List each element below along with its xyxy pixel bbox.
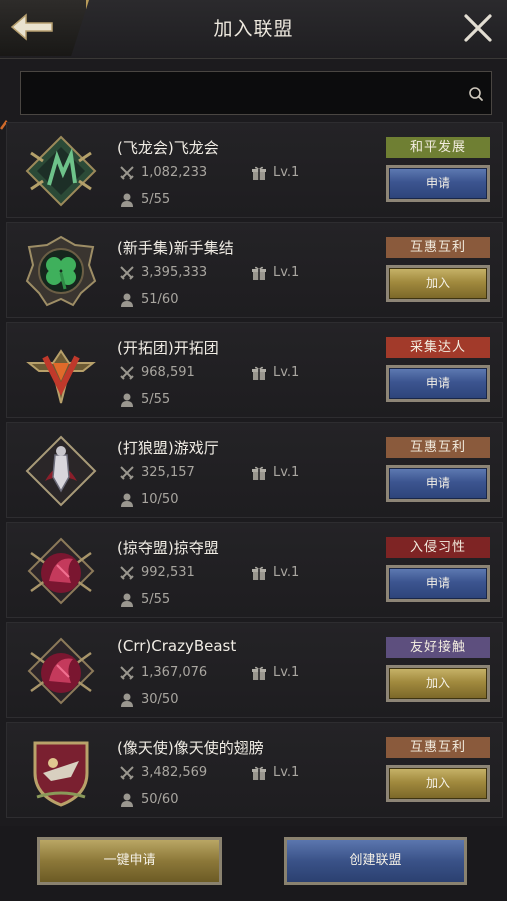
winged-emblem-icon xyxy=(23,333,99,409)
header-bar: 加入联盟 xyxy=(0,0,507,59)
alliance-power: 3,482,569 xyxy=(141,765,208,780)
member-icon xyxy=(119,492,135,508)
alliance-name: (飞龙会)飞龙会 xyxy=(117,139,219,157)
member-icon xyxy=(119,692,135,708)
alliance-power: 3,395,333 xyxy=(141,265,208,280)
member-icon xyxy=(119,592,135,608)
gift-icon xyxy=(251,365,267,381)
dragon-emblem-icon xyxy=(23,133,99,209)
member-icon xyxy=(119,792,135,808)
search-input[interactable] xyxy=(27,78,461,110)
alliance-row[interactable]: (Crr)CrazyBeast 1,367,076 30/50 Lv.1 友好接触加入 xyxy=(6,622,503,718)
clover-emblem-icon xyxy=(23,233,99,309)
alliance-row[interactable]: (打狼盟)游戏厅 325,157 10/50 Lv.1 互惠互利申请 xyxy=(6,422,503,518)
alliance-power: 992,531 xyxy=(141,565,195,580)
alliance-members: 5/55 xyxy=(141,592,171,607)
alliance-members: 30/50 xyxy=(141,692,179,707)
gift-level: Lv.1 xyxy=(273,765,300,780)
alliance-tag: 入侵习性 xyxy=(386,537,490,558)
close-icon[interactable] xyxy=(460,10,496,46)
crossed-swords-icon xyxy=(119,765,135,781)
crossed-swords-icon xyxy=(119,265,135,281)
page-title: 加入联盟 xyxy=(213,18,294,40)
gift-level: Lv.1 xyxy=(273,265,300,280)
alliance-tag: 和平发展 xyxy=(386,137,490,158)
alliance-row[interactable]: (飞龙会)飞龙会 1,082,233 5/55 Lv.1 和平发展申请 xyxy=(6,122,503,218)
footer-bar: 一键申请 创建联盟 xyxy=(0,826,507,901)
gift-level: Lv.1 xyxy=(273,665,300,680)
apply-button[interactable]: 申请 xyxy=(386,165,490,202)
alliance-tag: 互惠互利 xyxy=(386,737,490,758)
apply-button[interactable]: 申请 xyxy=(386,565,490,602)
alliance-members: 5/55 xyxy=(141,192,171,207)
alliance-power: 968,591 xyxy=(141,365,195,380)
alliance-tag: 互惠互利 xyxy=(386,437,490,458)
alliance-row[interactable]: (新手集)新手集结 3,395,333 51/60 Lv.1 互惠互利加入 xyxy=(6,222,503,318)
beast-emblem-icon xyxy=(23,533,99,609)
alliance-power: 1,082,233 xyxy=(141,165,208,180)
alliance-tag: 友好接触 xyxy=(386,637,490,658)
quick-apply-button[interactable]: 一键申请 xyxy=(37,837,222,885)
gift-level: Lv.1 xyxy=(273,165,300,180)
alliance-power: 1,367,076 xyxy=(141,665,208,680)
alliance-name: (打狼盟)游戏厅 xyxy=(117,439,219,457)
gift-icon xyxy=(251,265,267,281)
crossed-swords-icon xyxy=(119,565,135,581)
shield-emblem-icon xyxy=(23,733,99,809)
gift-icon xyxy=(251,565,267,581)
join-button[interactable]: 加入 xyxy=(386,765,490,802)
member-icon xyxy=(119,292,135,308)
gift-icon xyxy=(251,765,267,781)
member-icon xyxy=(119,392,135,408)
alliance-name: (新手集)新手集结 xyxy=(117,239,234,257)
beast-emblem-icon xyxy=(23,633,99,709)
alliance-name: (掠夺盟)掠夺盟 xyxy=(117,539,219,557)
alliance-name: (Crr)CrazyBeast xyxy=(117,637,237,655)
alliance-name: (像天使)像天使的翅膀 xyxy=(117,739,264,757)
gift-icon xyxy=(251,665,267,681)
search-icon[interactable] xyxy=(468,86,484,102)
member-icon xyxy=(119,192,135,208)
gift-icon xyxy=(251,465,267,481)
gift-icon xyxy=(251,165,267,181)
gift-level: Lv.1 xyxy=(273,565,300,580)
gift-level: Lv.1 xyxy=(273,465,300,480)
crossed-swords-icon xyxy=(119,465,135,481)
knight-emblem-icon xyxy=(23,433,99,509)
apply-button[interactable]: 申请 xyxy=(386,465,490,502)
crossed-swords-icon xyxy=(119,365,135,381)
search-bar xyxy=(20,71,492,115)
alliance-name: (开拓团)开拓团 xyxy=(117,339,219,357)
alliance-members: 10/50 xyxy=(141,492,179,507)
apply-button[interactable]: 申请 xyxy=(386,365,490,402)
alliance-row[interactable]: (掠夺盟)掠夺盟 992,531 5/55 Lv.1 入侵习性申请 xyxy=(6,522,503,618)
join-button[interactable]: 加入 xyxy=(386,265,490,302)
alliance-members: 51/60 xyxy=(141,292,179,307)
alliance-row[interactable]: (开拓团)开拓团 968,591 5/55 Lv.1 采集达人申请 xyxy=(6,322,503,418)
gift-level: Lv.1 xyxy=(273,365,300,380)
alliance-members: 5/55 xyxy=(141,392,171,407)
join-button[interactable]: 加入 xyxy=(386,665,490,702)
alliance-members: 50/60 xyxy=(141,792,179,807)
crossed-swords-icon xyxy=(119,665,135,681)
alliance-power: 325,157 xyxy=(141,465,195,480)
alliance-row[interactable]: (像天使)像天使的翅膀 3,482,569 50/60 Lv.1 互惠互利加入 xyxy=(6,722,503,818)
alliance-tag: 互惠互利 xyxy=(386,237,490,258)
alliance-tag: 采集达人 xyxy=(386,337,490,358)
crossed-swords-icon xyxy=(119,165,135,181)
create-alliance-button[interactable]: 创建联盟 xyxy=(284,837,467,885)
